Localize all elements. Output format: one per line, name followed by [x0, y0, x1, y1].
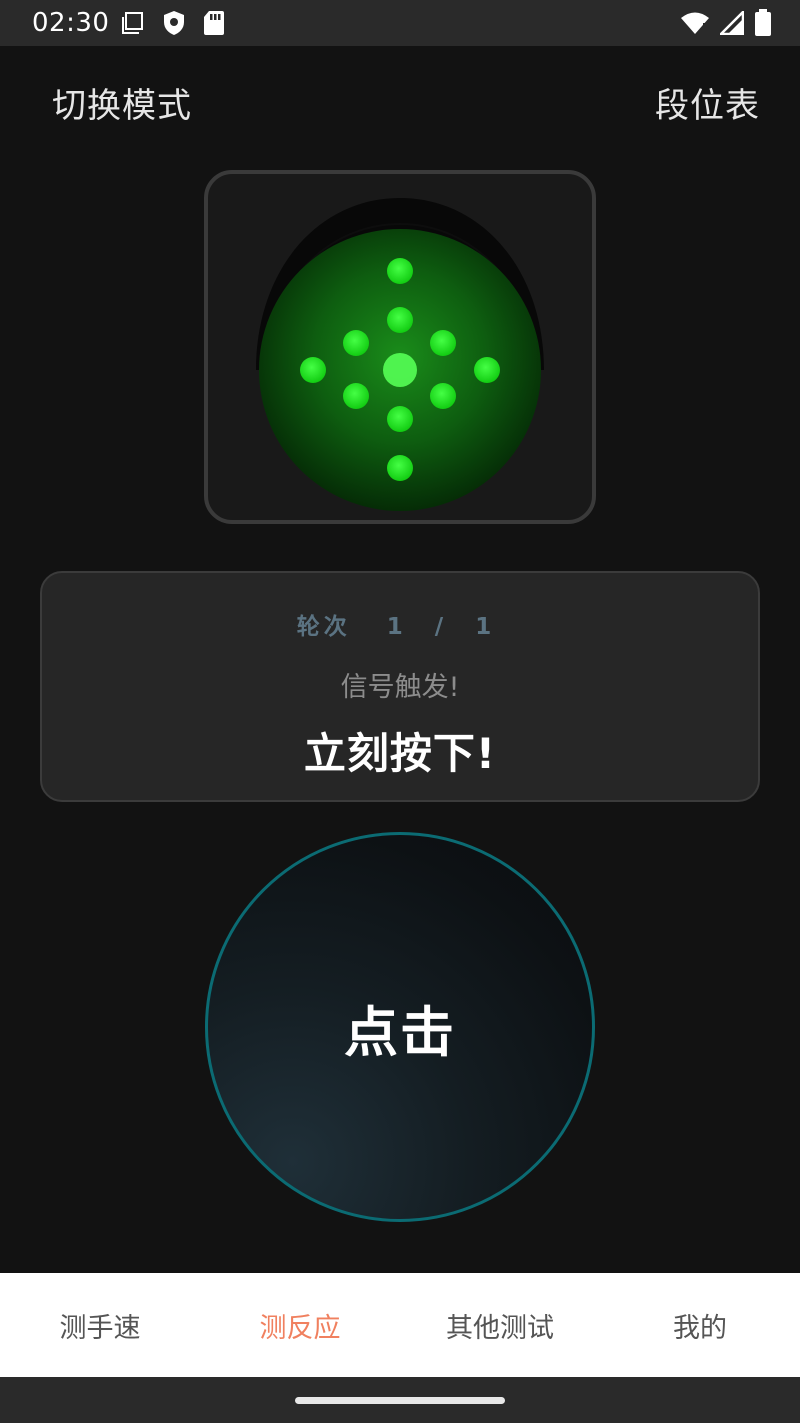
nav-tab-mine[interactable]: 我的: [600, 1273, 800, 1377]
round-total: 1: [475, 614, 496, 640]
signal-status-text: 信号触发!: [340, 672, 460, 703]
switch-mode-button[interactable]: 切换模式: [52, 78, 192, 127]
tap-button-label: 点击: [344, 1000, 456, 1064]
cell-signal-icon: [720, 11, 744, 35]
round-current: 1: [386, 614, 407, 640]
wifi-icon: [680, 11, 710, 35]
shield-icon: [163, 10, 185, 36]
system-nav-bar: [0, 1377, 800, 1423]
signal-light: [256, 198, 544, 511]
action-prompt-text: 立刻按下!: [303, 729, 497, 778]
round-label: 轮次: [296, 614, 351, 640]
home-gesture-handle[interactable]: [295, 1397, 505, 1404]
nav-tab-reaction[interactable]: 测反应: [200, 1273, 400, 1377]
battery-icon: [754, 9, 772, 37]
screenshot-icon: [121, 11, 145, 35]
rank-table-button[interactable]: 段位表: [655, 78, 760, 127]
status-time: 02:30: [32, 8, 110, 38]
round-info-card: 轮次 1 / 1 信号触发! 立刻按下!: [40, 571, 760, 802]
nav-tab-hand-speed[interactable]: 测手速: [0, 1273, 200, 1377]
round-counter: 轮次 1 / 1: [42, 607, 758, 641]
sd-card-icon: [203, 10, 225, 36]
status-bar: 02:30: [0, 0, 800, 46]
signal-light-frame: [204, 170, 596, 524]
bottom-nav: 测手速 测反应 其他测试 我的: [0, 1273, 800, 1377]
header: 切换模式 段位表: [0, 70, 800, 134]
round-separator: /: [434, 614, 448, 640]
tap-button[interactable]: 点击: [205, 832, 595, 1222]
nav-tab-other-tests[interactable]: 其他测试: [400, 1273, 600, 1377]
